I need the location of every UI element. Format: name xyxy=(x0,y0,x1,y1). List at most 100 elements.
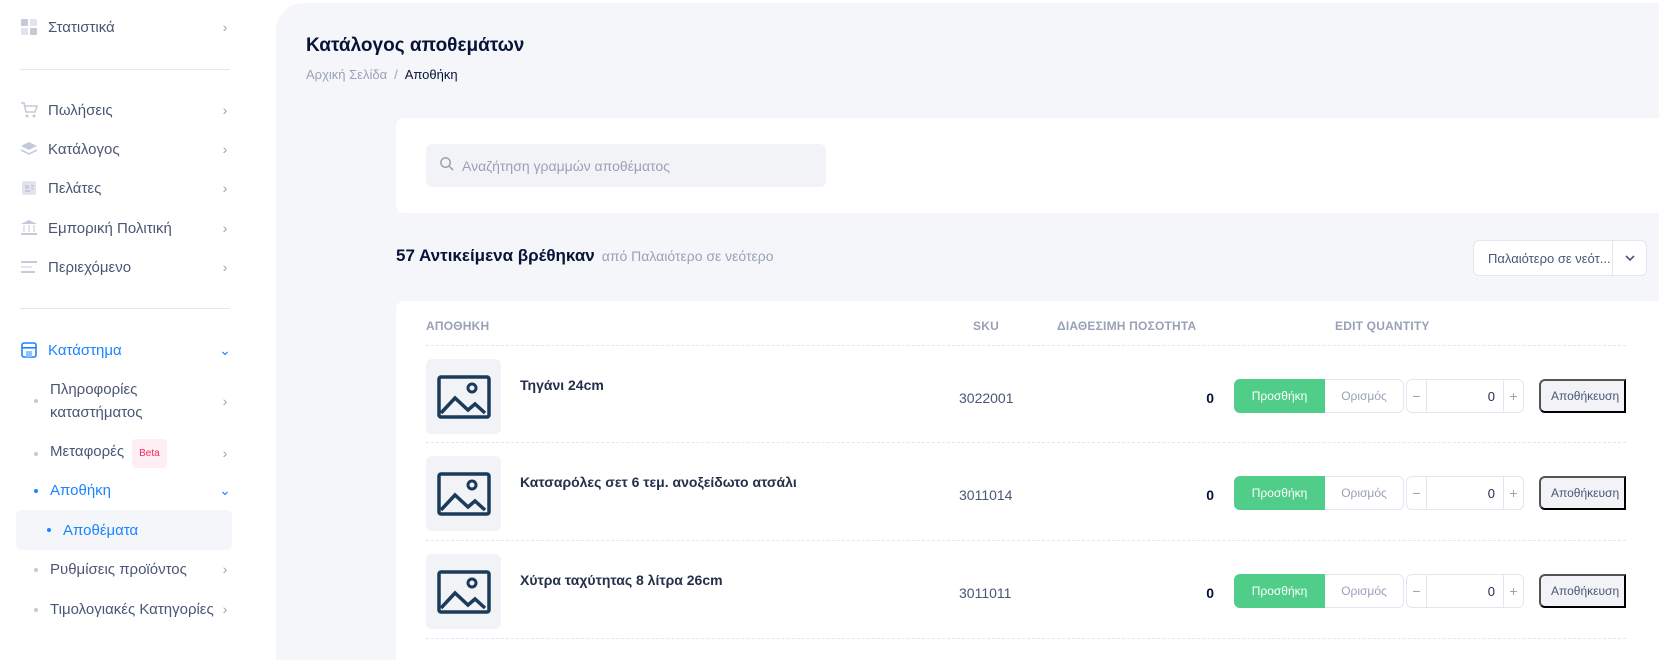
breadcrumb-current: Αποθήκη xyxy=(404,67,458,82)
sidebar-subitem-store-info[interactable]: Πληροφορίες καταστήματος › xyxy=(34,378,232,424)
sidebar-item-label: Εμπορική Πολιτική xyxy=(48,219,172,237)
sidebar-item-label: Πελάτες xyxy=(48,179,102,197)
decrement-button[interactable]: − xyxy=(1407,575,1427,607)
sidebar-subitem-price-categories[interactable]: Τιμολογιακές Κατηγορίες › xyxy=(34,598,232,621)
layers-icon xyxy=(20,140,38,158)
chevron-right-icon: › xyxy=(222,180,228,196)
breadcrumb-home[interactable]: Αρχική Σελίδα xyxy=(306,67,387,82)
sidebar-subitem-warehouse[interactable]: Αποθήκη ⌄ xyxy=(34,479,232,502)
table-row: Χύτρα ταχύτητας 8 λίτρα 26cm 3011011 0 Π… xyxy=(426,540,1626,638)
sidebar-item-catalog[interactable]: Κατάλογος › xyxy=(20,137,232,161)
results-sort-description: από Παλαιότερο σε νεότερο xyxy=(601,248,774,264)
sidebar-item-label: Πωλήσεις xyxy=(48,101,113,119)
column-header-warehouse: ΑΠΟΘΗΚΗ xyxy=(426,319,490,333)
results-summary: 57 Αντικείμενα βρέθηκαν από Παλαιότερο σ… xyxy=(396,246,774,266)
page-title: Κατάλογος αποθεμάτων xyxy=(306,35,525,56)
decrement-button[interactable]: − xyxy=(1407,477,1427,509)
sidebar-item-label: Κατάστημα xyxy=(48,341,122,359)
sidebar-item-statistics[interactable]: Στατιστικά › xyxy=(20,15,232,39)
column-header-sku: SKU xyxy=(973,319,999,333)
sidebar-item-commercial-policy[interactable]: Εμπορική Πολιτική › xyxy=(20,216,232,240)
dashboard-icon xyxy=(20,18,38,36)
column-header-edit-qty: EDIT QUANTITY xyxy=(1335,319,1430,333)
beta-badge: Beta xyxy=(132,439,167,468)
contact-card-icon xyxy=(20,179,38,197)
bullet-icon xyxy=(47,528,51,532)
main-content: Κατάλογος αποθεμάτων Αρχική Σελίδα / Απο… xyxy=(276,3,1659,660)
breadcrumb: Αρχική Σελίδα / Αποθήκη xyxy=(306,67,458,82)
set-quantity-button[interactable]: Ορισμός xyxy=(1325,574,1404,608)
increment-button[interactable]: + xyxy=(1503,575,1523,607)
chevron-right-icon: › xyxy=(222,601,228,617)
row-divider xyxy=(426,638,1626,639)
chevron-down-icon: ⌄ xyxy=(219,341,231,358)
quantity-stepper: − 0 + xyxy=(1406,574,1524,608)
chevron-down-icon xyxy=(1612,241,1646,275)
bullet-icon xyxy=(34,399,38,403)
set-quantity-button[interactable]: Ορισμός xyxy=(1325,476,1404,510)
sidebar-subitem-product-settings[interactable]: Ρυθμίσεις προϊόντος › xyxy=(34,558,232,581)
save-button[interactable]: Αποθήκευση xyxy=(1539,574,1626,608)
sidebar-subitem-stocks[interactable]: Αποθέματα xyxy=(16,510,232,550)
save-button[interactable]: Αποθήκευση xyxy=(1539,379,1626,413)
sidebar-item-label: Περιεχόμενο xyxy=(48,258,132,276)
sidebar-subitem-label: Τιμολογιακές Κατηγορίες xyxy=(50,601,214,618)
decrement-button[interactable]: − xyxy=(1407,380,1427,412)
chevron-right-icon: › xyxy=(222,19,228,35)
available-quantity: 0 xyxy=(1206,487,1214,503)
quantity-input[interactable]: 0 xyxy=(1427,389,1503,404)
increment-button[interactable]: + xyxy=(1503,477,1523,509)
table-row: Τηγάνι 24cm 3022001 0 Προσθήκη Ορισμός −… xyxy=(426,345,1626,443)
table-row: Κατσαρόλες σετ 6 τεμ. ανοξείδωτο ατσάλι … xyxy=(426,442,1626,540)
bullet-icon xyxy=(34,567,38,572)
product-name: Χύτρα ταχύτητας 8 λίτρα 26cm xyxy=(520,572,723,588)
image-placeholder-icon xyxy=(426,554,501,629)
column-header-available-qty: ΔΙΑΘΕΣΙΜΗ ΠΟΣΟΤΗΤΑ xyxy=(1057,319,1197,333)
sort-select-value: Παλαιότερο σε νεότ... xyxy=(1488,250,1611,266)
add-quantity-button[interactable]: Προσθήκη xyxy=(1234,379,1325,413)
add-quantity-button[interactable]: Προσθήκη xyxy=(1234,476,1325,510)
chevron-right-icon: › xyxy=(222,392,228,409)
search-card xyxy=(396,118,1659,213)
product-name: Τηγάνι 24cm xyxy=(520,377,604,393)
search-icon xyxy=(439,156,454,176)
quantity-stepper: − 0 + xyxy=(1406,476,1524,510)
search-input[interactable] xyxy=(462,157,822,174)
chevron-right-icon: › xyxy=(222,102,228,118)
quantity-stepper: − 0 + xyxy=(1406,379,1524,413)
sidebar-subitem-transfers[interactable]: Μεταφορές Beta › xyxy=(34,439,232,468)
sort-select[interactable]: Παλαιότερο σε νεότ... xyxy=(1473,240,1647,276)
text-lines-icon xyxy=(20,258,38,276)
product-sku: 3011014 xyxy=(959,487,1013,503)
results-count: 57 Αντικείμενα βρέθηκαν xyxy=(396,246,595,265)
chevron-down-icon: ⌄ xyxy=(219,482,231,498)
bullet-icon xyxy=(34,607,38,612)
sidebar-item-store[interactable]: Κατάστημα ⌄ xyxy=(20,338,232,362)
quantity-input[interactable]: 0 xyxy=(1427,584,1503,599)
divider xyxy=(20,69,230,70)
sidebar-subitem-label: Αποθέματα xyxy=(63,521,139,539)
chevron-right-icon: › xyxy=(222,141,228,157)
set-quantity-button[interactable]: Ορισμός xyxy=(1325,379,1404,413)
available-quantity: 0 xyxy=(1206,585,1214,601)
chevron-right-icon: › xyxy=(222,259,228,275)
sidebar-item-customers[interactable]: Πελάτες › xyxy=(20,176,232,200)
product-sku: 3011011 xyxy=(959,585,1012,601)
sidebar-subitem-label-wrap: Μεταφορές Beta xyxy=(50,439,218,468)
bullet-icon xyxy=(34,488,38,493)
sidebar-item-sales[interactable]: Πωλήσεις › xyxy=(20,98,232,122)
chevron-right-icon: › xyxy=(222,220,228,236)
sidebar-subitem-label: Ρυθμίσεις προϊόντος xyxy=(50,561,187,578)
stock-table: ΑΠΟΘΗΚΗ SKU ΔΙΑΘΕΣΙΜΗ ΠΟΣΟΤΗΤΑ EDIT QUAN… xyxy=(396,301,1659,660)
search-box[interactable] xyxy=(426,144,826,187)
product-name: Κατσαρόλες σετ 6 τεμ. ανοξείδωτο ατσάλι xyxy=(520,474,797,490)
sidebar-subitem-label: Πληροφορίες καταστήματος xyxy=(50,381,143,421)
chevron-right-icon: › xyxy=(222,561,228,577)
add-quantity-button[interactable]: Προσθήκη xyxy=(1234,574,1325,608)
available-quantity: 0 xyxy=(1206,390,1214,406)
increment-button[interactable]: + xyxy=(1503,380,1523,412)
quantity-input[interactable]: 0 xyxy=(1427,486,1503,501)
save-button[interactable]: Αποθήκευση xyxy=(1539,476,1626,510)
sidebar-item-content[interactable]: Περιεχόμενο › xyxy=(20,255,232,279)
divider xyxy=(20,308,230,309)
